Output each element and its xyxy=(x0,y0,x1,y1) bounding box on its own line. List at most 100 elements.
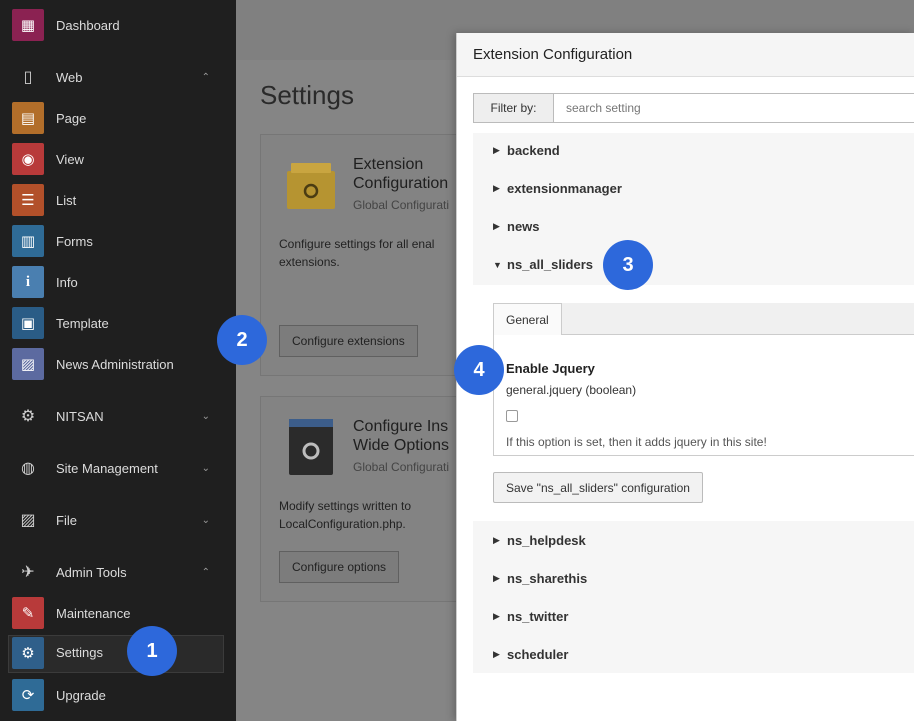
sidebar-item-info[interactable]: i Info xyxy=(0,263,236,301)
sidebar-item-news-administration[interactable]: ▨ News Administration xyxy=(0,345,236,383)
card-title: Configure Ins Wide Options xyxy=(353,418,450,454)
globe-icon: ◍ xyxy=(21,460,35,477)
forms-icon: ▥ xyxy=(12,225,44,257)
sidebar-item-maintenance[interactable]: ✎ Maintenance xyxy=(0,594,236,632)
image-icon: ▨ xyxy=(20,512,36,529)
extension-row-extensionmanager[interactable]: ▶ extensionmanager xyxy=(493,181,622,196)
sidebar-group-web[interactable]: ▯ Web ⌃ xyxy=(0,58,236,96)
chevron-up-icon: ⌃ xyxy=(201,566,210,578)
chevron-down-icon: ⌄ xyxy=(201,514,210,526)
option-title: Enable Jquery xyxy=(506,361,595,376)
page-title: Settings xyxy=(260,80,354,110)
list-icon: ☰ xyxy=(12,184,44,216)
sidebar-item-label: List xyxy=(56,192,77,208)
extension-row-backend[interactable]: ▶ backend xyxy=(493,143,560,158)
extension-row-ns-twitter[interactable]: ▶ ns_twitter xyxy=(493,609,568,624)
chevron-down-icon: ⌄ xyxy=(201,410,210,422)
extension-configuration-modal: Extension Configuration Filter by: ▶back… xyxy=(456,33,914,721)
upgrade-icon: ⟳ xyxy=(12,679,44,711)
file-icon: ▯ xyxy=(23,69,33,86)
extension-configuration-card: Extension Configuration Global Configurat… xyxy=(260,134,480,376)
step-marker-3: 3 xyxy=(603,240,653,290)
caret-right-icon: ▶ xyxy=(493,535,500,545)
sidebar-group-file[interactable]: ▨ File ⌄ xyxy=(0,501,236,539)
settings-icon: ⚙ xyxy=(12,637,44,669)
caret-right-icon: ▶ xyxy=(493,145,500,155)
card-subtitle: Global Configurati xyxy=(353,460,450,474)
sidebar-group-nitsan[interactable]: ⚙ NITSAN ⌄ xyxy=(0,397,236,435)
page-icon: ▤ xyxy=(12,102,44,134)
sidebar-item-label: Web xyxy=(56,69,83,85)
step-marker-1: 1 xyxy=(127,626,177,676)
card-subtitle: Global Configurati xyxy=(353,198,450,212)
sidebar-item-label: NITSAN xyxy=(56,408,104,424)
rocket-icon: ✈ xyxy=(21,564,35,581)
chevron-down-icon: ⌄ xyxy=(201,462,210,474)
extension-row-ns-sharethis[interactable]: ▶ ns_sharethis xyxy=(493,571,587,586)
sidebar-item-label: Admin Tools xyxy=(56,564,127,580)
step-marker-4: 4 xyxy=(454,345,504,395)
sidebar-item-page[interactable]: ▤ Page xyxy=(0,99,236,137)
card-title: Extension Configuration xyxy=(353,156,449,192)
caret-down-icon: ▼ xyxy=(493,259,502,270)
extension-row-news[interactable]: ▶ news xyxy=(493,219,540,234)
caret-right-icon: ▶ xyxy=(493,221,500,231)
configure-installation-card: Configure Ins Wide Options Global Configu… xyxy=(260,396,480,602)
sidebar-item-template[interactable]: ▣ Template xyxy=(0,304,236,342)
save-configuration-button[interactable]: Save "ns_all_sliders" configuration xyxy=(493,472,703,503)
modal-title: Extension Configuration xyxy=(473,46,633,63)
folder-gear-icon xyxy=(287,163,335,209)
configure-options-button[interactable]: Configure options xyxy=(279,551,400,583)
sidebar-item-label: File xyxy=(56,512,77,528)
tab-strip: General xyxy=(493,303,914,336)
sidebar-item-label: Dashboard xyxy=(56,17,120,33)
chevron-up-icon: ⌃ xyxy=(201,71,210,83)
option-help-text: If this option is set, then it adds jque… xyxy=(506,435,767,449)
sidebar-item-view[interactable]: ◉ View xyxy=(0,140,236,178)
caret-right-icon: ▶ xyxy=(493,183,500,193)
sidebar-item-list[interactable]: ☰ List xyxy=(0,181,236,219)
sidebar-group-admin-tools[interactable]: ✈ Admin Tools ⌃ xyxy=(0,553,236,591)
template-icon: ▣ xyxy=(12,307,44,339)
sidebar-item-dashboard[interactable]: ▦ Dashboard xyxy=(0,6,236,44)
caret-right-icon: ▶ xyxy=(493,649,500,659)
sidebar-item-label: Forms xyxy=(56,233,93,249)
sidebar-item-label: Page xyxy=(56,110,87,126)
caret-right-icon: ▶ xyxy=(493,611,500,621)
eye-icon: ◉ xyxy=(12,143,44,175)
wrench-icon: ✎ xyxy=(12,597,44,629)
filter-bar: Filter by: xyxy=(473,93,914,123)
dashboard-icon: ▦ xyxy=(12,9,44,41)
sidebar-item-label: Upgrade xyxy=(56,687,106,703)
card-description: Configure settings for all enal extensio… xyxy=(279,237,435,269)
sidebar-item-label: Maintenance xyxy=(56,605,131,621)
sidebar-item-label: Settings xyxy=(56,644,103,660)
tab-general[interactable]: General xyxy=(493,303,562,336)
news-icon: ▨ xyxy=(12,348,44,380)
sidebar-item-upgrade[interactable]: ⟳ Upgrade xyxy=(0,676,236,714)
option-panel: Enable Jquery general.jquery (boolean) I… xyxy=(493,335,914,456)
sidebar-item-label: Info xyxy=(56,274,78,290)
server-gear-icon xyxy=(289,419,333,475)
sidebar-group-site-management[interactable]: ◍ Site Management ⌄ xyxy=(0,449,236,487)
sidebar-item-label: Template xyxy=(56,315,109,331)
step-marker-2: 2 xyxy=(217,315,267,365)
extension-list: ▶ backend ▶ extensionmanager ▶ news ▼ ns_all… xyxy=(473,133,914,673)
extension-row-scheduler[interactable]: ▶ scheduler xyxy=(493,647,568,662)
card-description: Modify settings written to LocalConfigur… xyxy=(279,499,412,531)
extension-row-ns-helpdesk[interactable]: ▶ ns_helpdesk xyxy=(493,533,586,548)
info-icon: i xyxy=(12,266,44,298)
configure-extensions-button[interactable]: Configure extensions xyxy=(279,325,418,357)
search-setting-input[interactable] xyxy=(554,94,914,122)
filter-label: Filter by: xyxy=(474,94,554,122)
module-sidebar: ▦ Dashboard ▯ Web ⌃ ▤ Page ◉ View ☰ List… xyxy=(0,0,236,721)
caret-right-icon: ▶ xyxy=(493,573,500,583)
gear-icon: ⚙ xyxy=(20,408,36,425)
extension-row-ns-all-sliders[interactable]: ▼ ns_all_sliders xyxy=(493,257,593,272)
sidebar-item-label: Site Management xyxy=(56,460,158,476)
enable-jquery-checkbox[interactable] xyxy=(506,410,518,422)
expanded-extension-panel: General Enable Jquery general.jquery (bo… xyxy=(473,285,914,521)
sidebar-item-forms[interactable]: ▥ Forms xyxy=(0,222,236,260)
sidebar-item-settings[interactable]: ⚙ Settings xyxy=(0,633,236,673)
sidebar-item-label: News Administration xyxy=(56,356,174,372)
